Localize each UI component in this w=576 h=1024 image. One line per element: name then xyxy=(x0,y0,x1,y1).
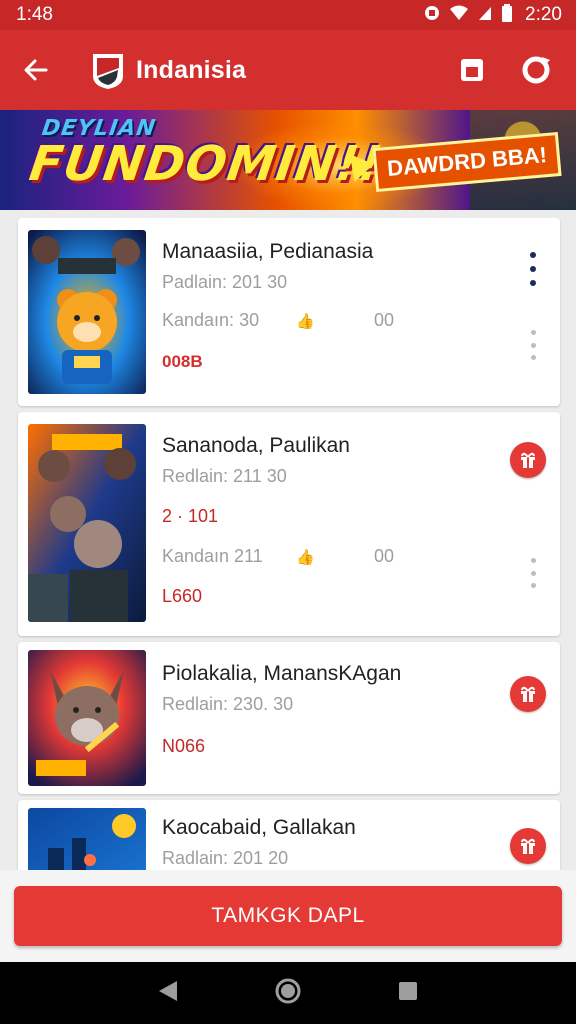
refresh-button[interactable] xyxy=(504,30,568,110)
status-icons: 2:20 xyxy=(423,3,562,27)
status-time-right: 2:20 xyxy=(525,4,562,25)
banner-title: FUNDOMIN!! xyxy=(26,136,387,192)
app-title: Indanisia xyxy=(136,55,247,84)
system-nav-bar xyxy=(0,962,576,1024)
bookmark-icon xyxy=(461,59,483,81)
item-title: Manaasiia, Pedianasia xyxy=(162,240,374,263)
item-title: Sananoda, Paulikan xyxy=(162,434,350,457)
nav-recents-icon[interactable] xyxy=(397,980,419,1007)
item-release: Radlain: 201 20 xyxy=(162,848,289,868)
more-vertical-icon[interactable] xyxy=(528,330,538,360)
wifi-icon xyxy=(449,5,469,26)
more-vertical-icon[interactable] xyxy=(528,558,538,588)
gift-icon xyxy=(521,686,535,702)
app-bar: Indanisia xyxy=(0,30,576,110)
list-item[interactable]: Manaasiia, Pedianasia Padlain: 201 30 Ka… xyxy=(18,218,560,406)
promo-banner[interactable]: DEYLIAN FUNDOMIN!! DAWDRD BBA! xyxy=(0,110,576,210)
gift-button[interactable] xyxy=(510,828,546,864)
list-item[interactable]: Kaocabaid, Gallakan Radlain: 201 20 xyxy=(18,800,560,870)
nav-back-icon[interactable] xyxy=(157,979,179,1008)
game-thumbnail xyxy=(28,650,146,786)
more-vertical-icon[interactable] xyxy=(528,252,538,286)
item-release: Padlain: 201 30 xyxy=(162,272,288,292)
primary-action-button[interactable]: TAMKGK DAPL xyxy=(14,886,562,946)
thumbs-up-icon: 👍 xyxy=(296,313,315,330)
app-logo xyxy=(90,50,126,90)
bookmark-button[interactable] xyxy=(440,30,504,110)
game-thumbnail xyxy=(28,424,146,622)
gift-icon xyxy=(521,452,535,468)
back-button[interactable] xyxy=(0,30,72,110)
item-code: L660 xyxy=(162,586,203,606)
item-meta: Kandaın 211 xyxy=(162,546,263,566)
list-item[interactable]: Piolakalia, ManansKAgan Redlain: 230. 30… xyxy=(18,642,560,794)
item-release: Redlain: 211 30 xyxy=(162,466,287,486)
notification-icon xyxy=(423,4,441,27)
bottom-action-area: TAMKGK DAPL xyxy=(0,870,576,962)
game-thumbnail xyxy=(28,808,146,870)
nav-home-icon[interactable] xyxy=(274,977,302,1010)
battery-icon xyxy=(501,3,513,27)
item-code: N066 xyxy=(162,736,206,756)
item-extra: 2 · 101 xyxy=(162,506,219,526)
list-item[interactable]: Sananoda, Paulikan Redlain: 211 30 2 · 1… xyxy=(18,412,560,636)
arrow-left-icon xyxy=(24,59,48,81)
thumbs-up-icon: 👍 xyxy=(296,549,315,566)
gift-button[interactable] xyxy=(510,442,546,478)
game-list[interactable]: Manaasiia, Pedianasia Padlain: 201 30 Ka… xyxy=(0,218,576,870)
game-thumbnail xyxy=(28,230,146,394)
gift-icon xyxy=(521,838,535,854)
item-title: Kaocabaid, Gallakan xyxy=(162,816,356,839)
status-bar: 1:48 2:20 xyxy=(0,0,576,30)
item-meta: Kandaın: 30 xyxy=(162,310,260,330)
item-likes: 00 xyxy=(374,546,395,566)
item-release: Redlain: 230. 30 xyxy=(162,694,294,714)
signal-icon xyxy=(477,5,493,26)
refresh-icon xyxy=(522,56,550,84)
gift-button[interactable] xyxy=(510,676,546,712)
item-likes: 00 xyxy=(374,310,395,330)
item-code: 008B xyxy=(162,352,203,371)
status-time-left: 1:48 xyxy=(16,4,53,25)
item-title: Piolakalia, ManansKAgan xyxy=(162,662,402,685)
